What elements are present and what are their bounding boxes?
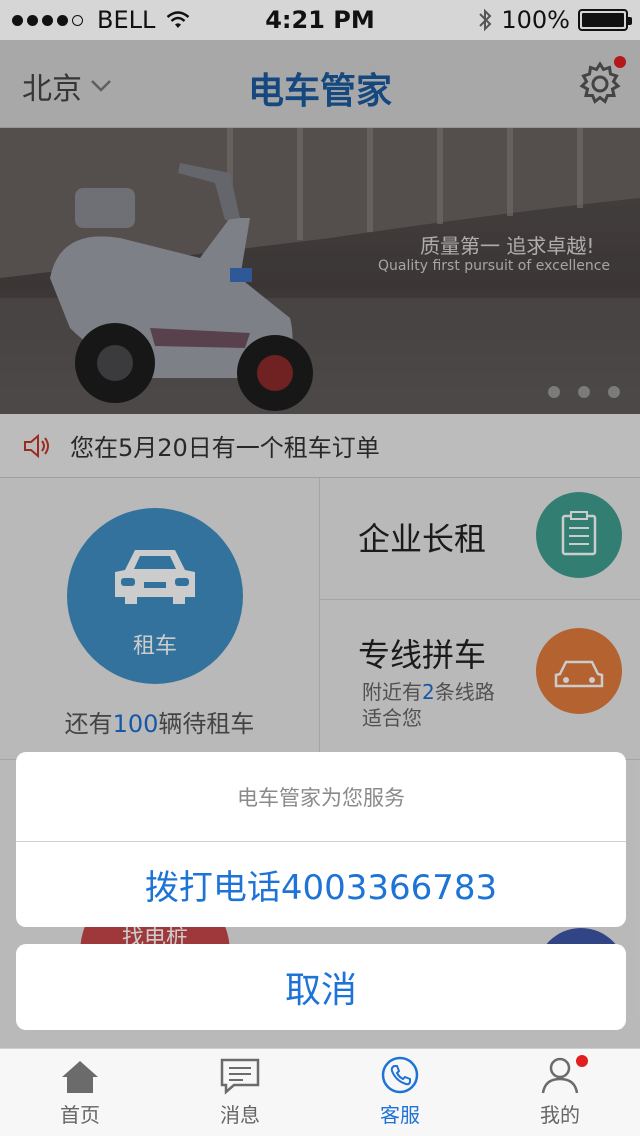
tab-home-label: 首页	[60, 1103, 100, 1127]
tab-profile-label: 我的	[540, 1103, 580, 1127]
wifi-icon	[167, 11, 190, 28]
battery-level	[582, 13, 624, 27]
signal-strength-icon	[12, 14, 83, 26]
battery-icon	[578, 9, 632, 31]
tab-bar: 首页 消息 客服 我的	[0, 1048, 640, 1136]
action-sheet-title: 电车管家为您服务	[16, 752, 626, 842]
cancel-button[interactable]: 取消	[16, 944, 626, 1030]
call-phone-button[interactable]: 拨打电话4003366783	[16, 842, 626, 927]
phone-icon	[381, 1056, 419, 1094]
notification-badge	[576, 1055, 588, 1067]
tab-messages[interactable]: 消息	[160, 1049, 320, 1136]
tab-profile[interactable]: 我的	[480, 1049, 640, 1136]
bluetooth-icon	[479, 8, 492, 32]
tab-customer-service[interactable]: 客服	[320, 1049, 480, 1136]
home-icon	[62, 1061, 98, 1093]
tab-messages-label: 消息	[220, 1103, 260, 1127]
tab-home[interactable]: 首页	[0, 1049, 160, 1136]
message-icon	[220, 1058, 260, 1095]
action-sheet: 电车管家为您服务 拨打电话4003366783	[16, 752, 626, 927]
carrier-name: BELL	[97, 6, 156, 34]
status-bar: BELL 4:21 PM 100%	[0, 0, 640, 40]
user-icon	[541, 1057, 579, 1094]
battery-percent: 100%	[501, 6, 570, 34]
tab-customer-service-label: 客服	[380, 1103, 420, 1127]
